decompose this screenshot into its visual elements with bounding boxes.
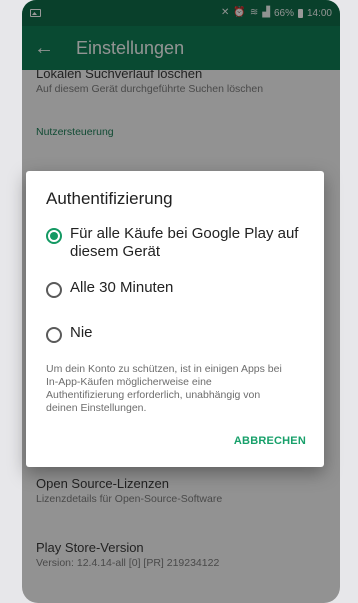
- authentication-dialog: Authentifizierung Für alle Käufe bei Goo…: [26, 171, 324, 467]
- cancel-button[interactable]: ABBRECHEN: [234, 435, 306, 447]
- dialog-message: Um dein Konto zu schützen, ist in einige…: [46, 363, 282, 414]
- radio-option-never[interactable]: Nie: [46, 324, 308, 343]
- radio-option-label: Für alle Käufe bei Google Play auf diese…: [70, 225, 299, 260]
- radio-option-label: Alle 30 Minuten: [70, 279, 174, 296]
- radio-option-label: Nie: [70, 324, 93, 341]
- radio-option-all-purchases[interactable]: Für alle Käufe bei Google Play auf diese…: [46, 225, 308, 261]
- radio-unselected-icon[interactable]: [46, 327, 62, 343]
- radio-unselected-icon[interactable]: [46, 282, 62, 298]
- radio-option-30-minutes[interactable]: Alle 30 Minuten: [46, 279, 308, 298]
- dialog-title: Authentifizierung: [46, 189, 173, 208]
- radio-selected-icon[interactable]: [46, 228, 62, 244]
